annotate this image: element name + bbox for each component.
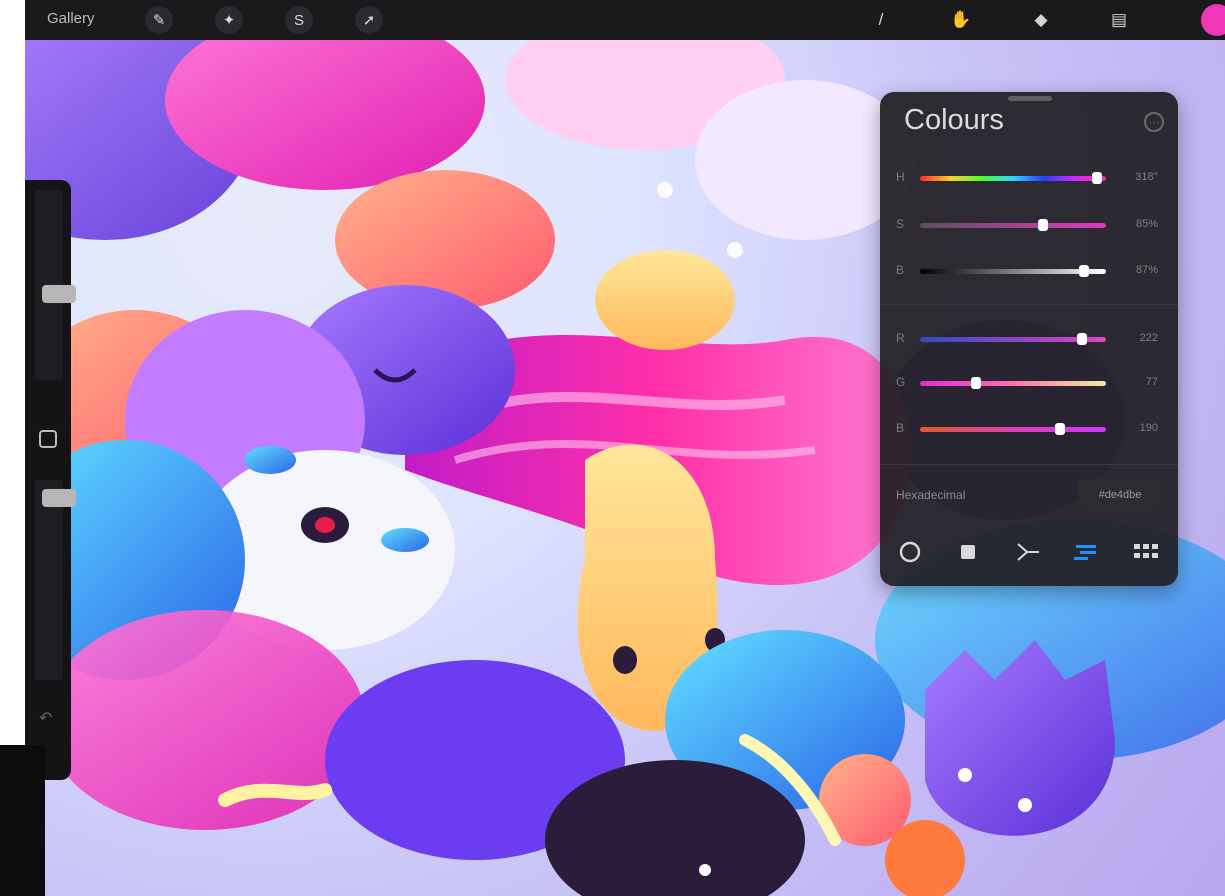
red-value: 222: [1139, 332, 1158, 344]
hue-slider[interactable]: [920, 172, 1106, 184]
modify-button[interactable]: [39, 430, 57, 448]
brush-icon[interactable]: /: [867, 6, 895, 34]
blue-value: 190: [1139, 422, 1158, 434]
hue-label: H: [896, 170, 905, 184]
opacity-slider[interactable]: [35, 480, 76, 680]
selection-icon[interactable]: S: [285, 6, 313, 34]
palettes-grid-icon[interactable]: [1132, 538, 1160, 566]
value-sliders-icon[interactable]: [1072, 538, 1100, 566]
smudge-icon[interactable]: ✋: [947, 6, 975, 34]
panel-drag-handle[interactable]: [1008, 96, 1052, 101]
brightness-label: B: [896, 263, 905, 277]
blue-slider[interactable]: [920, 423, 1106, 435]
panel-title: Colours: [904, 104, 1004, 136]
divider: [880, 304, 1178, 305]
top-toolbar: Gallery ✎ ✦ S ➚ / ✋ ◆ ▤: [25, 0, 1225, 40]
blue-row: B 190: [880, 418, 1178, 442]
magic-wand-icon[interactable]: ✦: [215, 6, 243, 34]
hue-thumb[interactable]: [1091, 172, 1102, 184]
saturation-row: S 85%: [880, 214, 1178, 238]
layers-icon[interactable]: ▤: [1105, 6, 1133, 34]
green-value: 77: [1145, 376, 1158, 388]
brush-size-thumb[interactable]: [42, 284, 76, 303]
green-label: G: [896, 375, 906, 389]
hex-input[interactable]: #de4dbe: [1078, 479, 1162, 511]
brightness-thumb[interactable]: [1078, 265, 1089, 277]
saturation-value: 85%: [1135, 218, 1158, 230]
harmony-icon[interactable]: [1014, 538, 1042, 566]
colours-panel: Colours ⋯ H 318° S 85% B 87% R 222 G 77 …: [880, 92, 1178, 586]
brightness-value: 87%: [1135, 264, 1158, 276]
green-thumb[interactable]: [970, 377, 981, 389]
green-slider[interactable]: [920, 377, 1106, 389]
blue-thumb[interactable]: [1054, 423, 1065, 435]
hue-row: H 318°: [880, 167, 1178, 191]
green-row: G 77: [880, 372, 1178, 396]
undo-icon[interactable]: ↶: [39, 708, 52, 728]
eraser-icon[interactable]: ◆: [1027, 6, 1055, 34]
red-row: R 222: [880, 328, 1178, 352]
saturation-slider[interactable]: [920, 219, 1106, 231]
current-colour-swatch[interactable]: [1201, 4, 1225, 36]
red-thumb[interactable]: [1076, 333, 1087, 345]
brush-size-slider[interactable]: [35, 190, 76, 380]
gallery-button[interactable]: Gallery: [47, 10, 95, 27]
hue-value: 318°: [1135, 171, 1158, 183]
disc-icon[interactable]: [896, 538, 924, 566]
transform-arrow-icon[interactable]: ➚: [355, 6, 383, 34]
opacity-thumb[interactable]: [42, 489, 76, 508]
saturation-label: S: [896, 217, 905, 231]
settings-icon[interactable]: ⋯: [1144, 112, 1164, 132]
black-overlay: [0, 745, 45, 896]
red-slider[interactable]: [920, 333, 1106, 345]
wrench-icon[interactable]: ✎: [145, 6, 173, 34]
side-toolbar: ↶: [25, 180, 76, 780]
brightness-slider[interactable]: [920, 265, 1106, 277]
brightness-row: B 87%: [880, 260, 1178, 284]
blue-label: B: [896, 421, 905, 435]
classic-square-icon[interactable]: [954, 538, 982, 566]
saturation-thumb[interactable]: [1037, 219, 1048, 231]
divider: [880, 464, 1178, 465]
hex-label: Hexadecimal: [896, 488, 966, 502]
red-label: R: [896, 331, 905, 345]
